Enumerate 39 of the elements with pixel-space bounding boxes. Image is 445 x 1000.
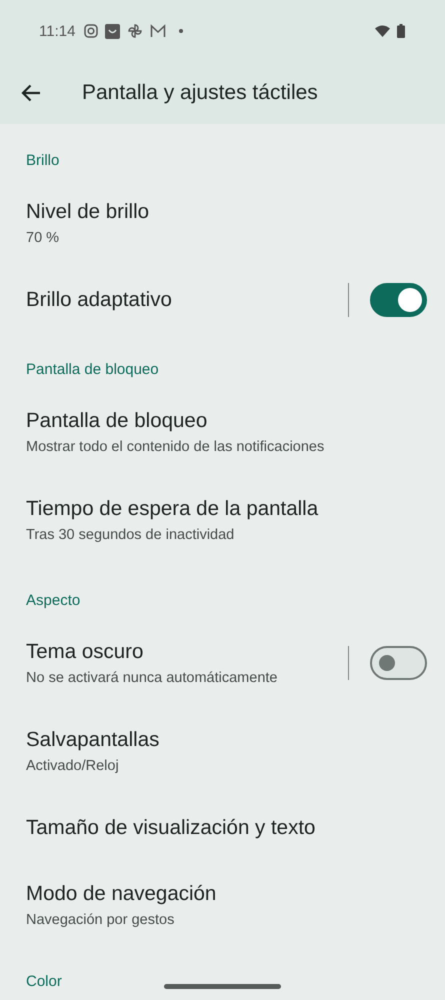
setting-title: Brillo adaptativo [26, 288, 173, 312]
section-header: Color [26, 973, 62, 990]
setting-title: Nivel de brillo [26, 200, 150, 224]
setting-item[interactable]: Pantalla de bloqueo Mostrar todo el contenido de las notificaciones [0, 388, 445, 476]
section-header: Aspecto [26, 592, 80, 609]
screen-title: Pantalla y ajustes táctiles [82, 81, 318, 105]
setting-title: Pantalla de bloqueo [26, 409, 208, 433]
camera-icon [84, 24, 98, 38]
toggle-switch[interactable] [370, 646, 427, 680]
setting-summary: Navegación por gestos [26, 912, 176, 928]
back-button[interactable] [20, 82, 42, 104]
section-header: Brillo [26, 152, 60, 169]
setting-title: Salvapantallas [26, 728, 160, 752]
setting-summary: 70 % [26, 230, 60, 246]
setting-summary: Mostrar todo el contenido de las notificaciones [26, 439, 326, 455]
setting-title: Modo de navegación [26, 882, 218, 906]
setting-item[interactable]: Tiempo de espera de la pantalla Tras 30 segundos de inactividad [0, 476, 445, 564]
setting-item[interactable]: Nivel de brillo 70 % [0, 179, 445, 267]
setting-summary: Tras 30 segundos de inactividad [26, 527, 236, 543]
status-time: 11:14 [39, 22, 76, 40]
setting-title: Tamaño de visualización y texto [26, 816, 316, 840]
setting-summary: No se activará nunca automáticamente [26, 670, 278, 686]
section-header: Pantalla de bloqueo [26, 361, 159, 378]
setting-title: Tiempo de espera de la pantalla [26, 497, 320, 521]
pinwheel-icon [127, 23, 144, 39]
battery-icon [397, 24, 405, 38]
dot-icon [179, 29, 184, 33]
setting-item[interactable]: Brillo adaptativo [0, 267, 445, 333]
mail-icon [150, 24, 166, 38]
bag-icon [105, 24, 120, 38]
setting-item[interactable]: Tamaño de visualización y texto [0, 795, 445, 861]
toggle-switch[interactable] [370, 283, 427, 317]
setting-item[interactable]: Modo de navegación Navegación por gestos [0, 861, 445, 949]
navigation-handle[interactable] [164, 984, 281, 989]
wifi-icon [375, 25, 390, 37]
setting-item[interactable]: Salvapantallas Activado/Reloj [0, 707, 445, 795]
setting-summary: Activado/Reloj [26, 758, 120, 774]
setting-title: Tema oscuro [26, 640, 144, 664]
setting-item[interactable]: Tema oscuro No se activará nunca automáticamente [0, 619, 445, 707]
